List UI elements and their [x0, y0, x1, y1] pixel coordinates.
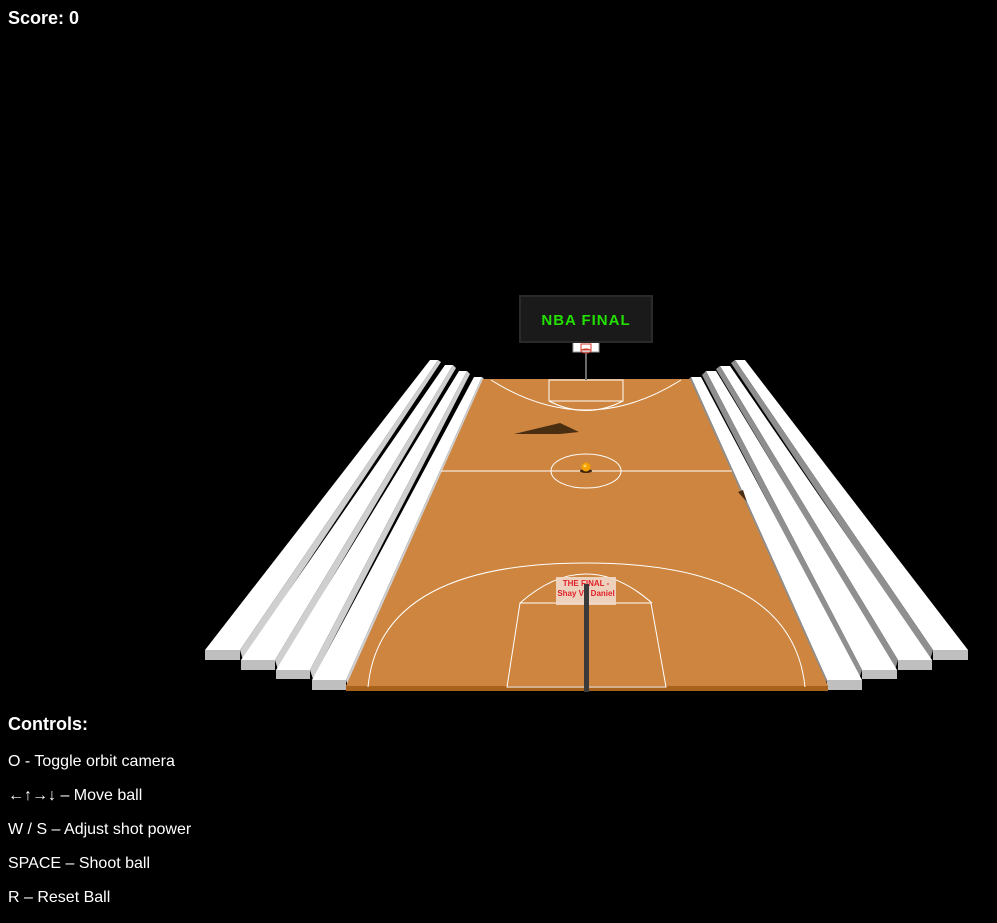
scoreboard-text: NBA FINAL [541, 312, 630, 329]
controls-panel: Controls: O - Toggle orbit camera ←↑→↓ –… [8, 713, 191, 923]
control-orbit-camera: O - Toggle orbit camera [8, 753, 175, 770]
score-display: Score: 0 [8, 8, 80, 28]
scoreboard: NBA FINAL [519, 295, 653, 343]
controls-title: Controls: [8, 714, 88, 734]
control-reset-ball: R – Reset Ball [8, 889, 111, 906]
far-hoop [572, 341, 600, 380]
near-hoop-pole [584, 584, 589, 692]
control-shoot-ball: SPACE – Shoot ball [8, 855, 151, 872]
control-shot-power: W / S – Adjust shot power [8, 821, 192, 838]
control-move-ball: ←↑→↓ – Move ball [8, 787, 143, 804]
